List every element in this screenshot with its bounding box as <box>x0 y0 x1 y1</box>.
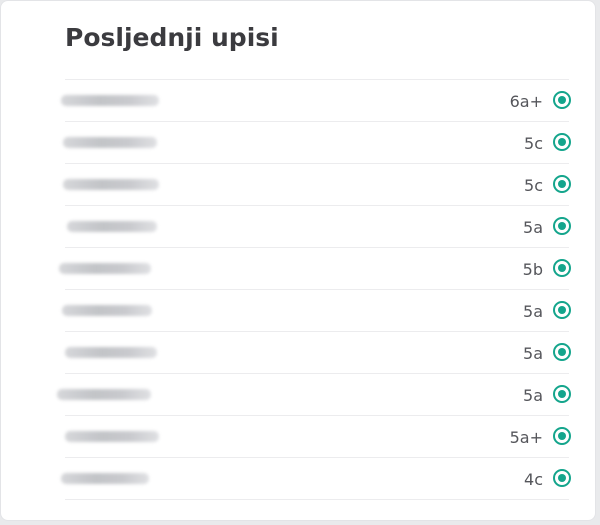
blurred-name <box>57 389 151 400</box>
radio-checked-icon <box>553 133 571 151</box>
list-item[interactable]: 5c <box>63 164 571 206</box>
blurred-name <box>59 263 151 274</box>
list-item[interactable]: 5a <box>57 374 571 416</box>
list-item[interactable]: 5b <box>59 248 571 290</box>
list-item[interactable]: 5a <box>65 332 571 374</box>
list-item[interactable]: 5a+ <box>65 416 571 458</box>
radio-checked-icon <box>553 343 571 361</box>
blurred-name <box>63 179 159 190</box>
radio-checked-icon <box>553 217 571 235</box>
radio-checked-icon <box>553 385 571 403</box>
grade-label: 5b <box>522 260 543 279</box>
radio-checked-icon <box>553 301 571 319</box>
blurred-name <box>65 431 159 442</box>
grade-label: 5a+ <box>509 428 543 447</box>
list-item[interactable]: 5a <box>65 206 571 248</box>
grade-label: 5a <box>523 302 543 321</box>
radio-checked-icon <box>553 259 571 277</box>
blurred-name <box>65 347 157 358</box>
list-item[interactable]: 5a <box>62 290 571 332</box>
grade-label: 5a <box>523 386 543 405</box>
recent-entries-list: 6a+ 5c 5c 5a 5b 5a 5a 5a 5a+ 4c <box>57 79 571 500</box>
radio-checked-icon <box>553 469 571 487</box>
grade-label: 5c <box>524 176 543 195</box>
blurred-name <box>63 137 157 148</box>
radio-checked-icon <box>553 175 571 193</box>
blurred-name <box>61 473 149 484</box>
grade-label: 5a <box>523 218 543 237</box>
grade-label: 6a+ <box>509 92 543 111</box>
grade-label: 4c <box>524 470 543 489</box>
grade-label: 5a <box>523 344 543 363</box>
list-item[interactable]: 5c <box>63 122 571 164</box>
blurred-name <box>62 305 152 316</box>
list-item[interactable]: 6a+ <box>61 80 571 122</box>
radio-checked-icon <box>553 427 571 445</box>
radio-checked-icon <box>553 91 571 109</box>
list-item[interactable]: 4c <box>61 458 571 500</box>
blurred-name <box>67 221 157 232</box>
blurred-name <box>61 95 159 106</box>
recent-entries-card: Posljednji upisi 6a+ 5c 5c 5a 5b 5a 5a 5… <box>0 0 596 521</box>
page-title: Posljednji upisi <box>65 23 279 52</box>
grade-label: 5c <box>524 134 543 153</box>
